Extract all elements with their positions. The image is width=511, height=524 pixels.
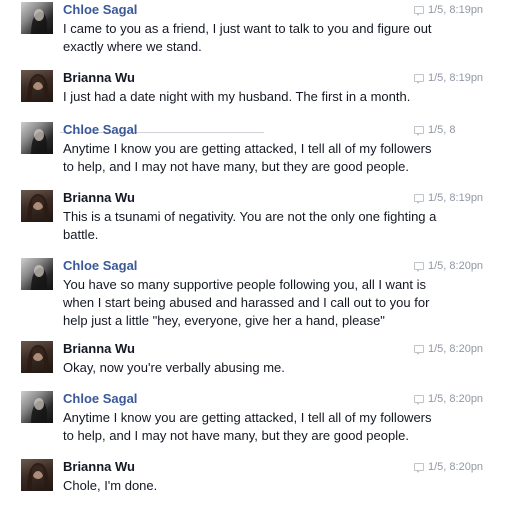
message-text: Anytime I know you are getting attacked,…	[63, 410, 432, 443]
sender-name[interactable]: Brianna Wu	[63, 341, 135, 357]
timestamp-text: 1/5, 8:20pn	[428, 343, 484, 355]
avatar-chloe[interactable]	[21, 391, 53, 423]
message-text: You have so many supportive people follo…	[63, 277, 430, 328]
avatar-brianna[interactable]	[21, 459, 53, 491]
timestamp-text: 1/5, 8:20pn	[428, 461, 484, 473]
avatar-chloe[interactable]	[21, 122, 53, 154]
message-text: I just had a date night with my husband.…	[63, 89, 411, 104]
message-timestamp: 1/5, 8:20pn	[414, 259, 494, 273]
sender-name[interactable]: Brianna Wu	[63, 459, 135, 475]
chat-bubble-icon	[414, 194, 424, 204]
message-timestamp: 1/5, 8:20pn	[414, 392, 494, 406]
message-text: Chole, I'm done.	[63, 478, 158, 493]
timestamp-text: 1/5, 8:19pn	[428, 4, 484, 16]
timestamp-text: 1/5, 8:20pn	[428, 260, 484, 272]
timestamp-text: 1/5, 8	[428, 124, 456, 136]
message-timestamp: 1/5, 8:20pn	[414, 342, 494, 356]
sender-name[interactable]: Brianna Wu	[63, 190, 135, 206]
timestamp-text: 1/5, 8:20pn	[428, 393, 484, 405]
message-text: Okay, now you're verbally abusing me.	[63, 360, 285, 375]
sender-name[interactable]: Chloe Sagal	[63, 258, 137, 274]
chat-bubble-icon	[414, 395, 424, 405]
timestamp-text: 1/5, 8:19pn	[428, 192, 484, 204]
avatar-brianna[interactable]	[21, 341, 53, 373]
message-timestamp: 1/5, 8	[414, 123, 474, 137]
avatar-chloe[interactable]	[21, 2, 53, 34]
avatar-brianna[interactable]	[21, 70, 53, 102]
chat-bubble-icon	[414, 126, 424, 136]
message-text: Anytime I know you are getting attacked,…	[63, 141, 432, 174]
sender-name[interactable]: Chloe Sagal	[63, 2, 137, 18]
chat-bubble-icon	[414, 345, 424, 355]
message-timestamp: 1/5, 8:19pn	[414, 71, 494, 85]
message-timestamp: 1/5, 8:19pn	[414, 191, 494, 205]
sender-name[interactable]: Brianna Wu	[63, 70, 135, 86]
avatar-chloe[interactable]	[21, 258, 53, 290]
timestamp-text: 1/5, 8:19pn	[428, 72, 484, 84]
chat-bubble-icon	[414, 463, 424, 473]
message-timestamp: 1/5, 8:19pn	[414, 3, 494, 17]
sender-name[interactable]: Chloe Sagal	[63, 122, 137, 138]
avatar-brianna[interactable]	[21, 190, 53, 222]
message-text: I came to you as a friend, I just want t…	[63, 21, 432, 54]
message-timestamp: 1/5, 8:20pn	[414, 460, 494, 474]
message-text: This is a tsunami of negativity. You are…	[63, 209, 437, 242]
sender-name[interactable]: Chloe Sagal	[63, 391, 137, 407]
chat-bubble-icon	[414, 74, 424, 84]
chat-bubble-icon	[414, 6, 424, 16]
chat-bubble-icon	[414, 262, 424, 272]
